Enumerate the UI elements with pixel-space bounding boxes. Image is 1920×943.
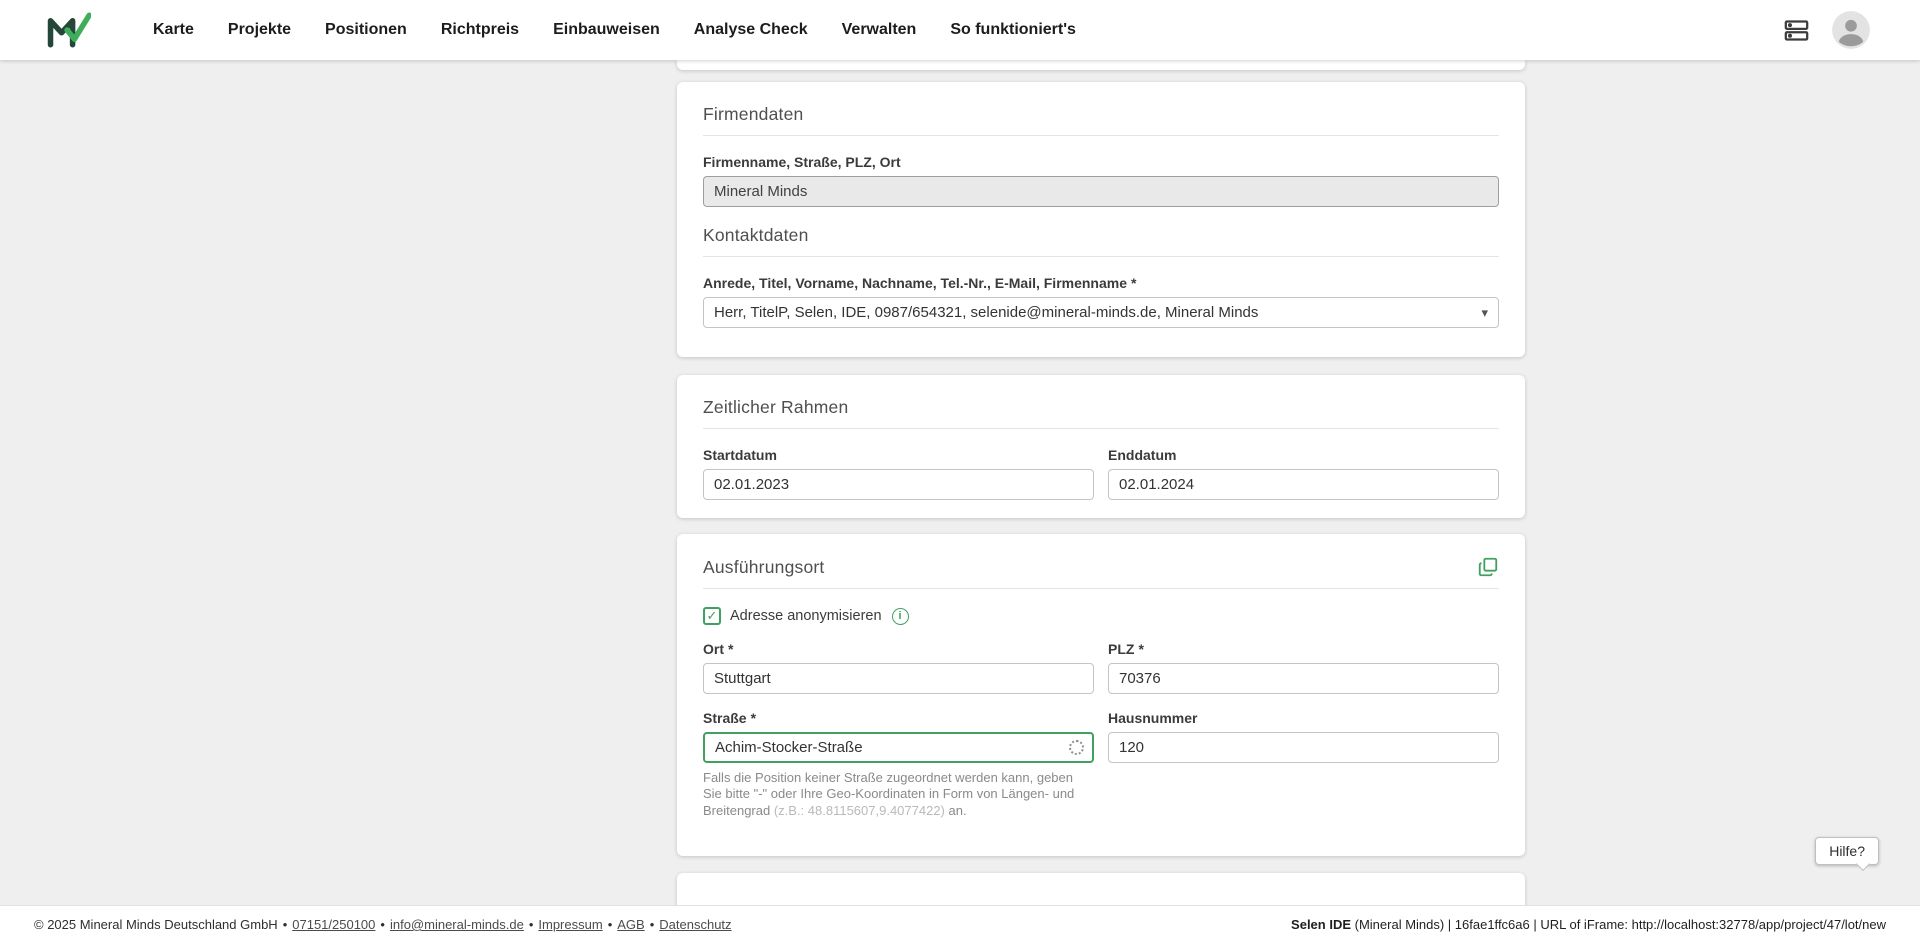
loading-spinner-icon	[1069, 740, 1084, 755]
ort-label: Ort *	[703, 641, 1094, 657]
separator: •	[649, 917, 655, 932]
phone-link[interactable]: 07151/250100	[292, 917, 375, 932]
divider	[703, 428, 1499, 429]
hint-suffix: an.	[944, 802, 967, 818]
field-kontakt: Anrede, Titel, Vorname, Nachname, Tel.-N…	[703, 275, 1499, 328]
card-subtitle-kontaktdaten: Kontaktdaten	[703, 225, 809, 245]
plz-label: PLZ *	[1108, 641, 1499, 657]
field-hausnummer: Hausnummer	[1108, 710, 1499, 819]
field-plz: PLZ *	[1108, 641, 1499, 694]
card-title-ausfuehrungsort: Ausführungsort	[703, 556, 825, 577]
startdatum-input[interactable]	[703, 469, 1094, 500]
ide-name: Selen IDE	[1291, 917, 1352, 932]
topbar-actions	[1783, 11, 1870, 49]
agb-link[interactable]: AGB	[617, 917, 644, 932]
strasse-label: Straße *	[703, 710, 1094, 726]
strasse-input-shell	[703, 732, 1094, 763]
divider	[703, 135, 1499, 136]
card-title-zeitlicher-rahmen: Zeitlicher Rahmen	[703, 397, 849, 417]
strasse-input[interactable]	[703, 732, 1094, 763]
nav-item-einbauweisen[interactable]: Einbauweisen	[539, 11, 674, 49]
datenschutz-link[interactable]: Datenschutz	[659, 917, 731, 932]
divider	[703, 256, 1499, 257]
firmenname-label: Firmenname, Straße, PLZ, Ort	[703, 154, 901, 170]
top-nav: Karte Projekte Positionen Richtpreis Ein…	[0, 0, 1920, 60]
required-mark: *	[750, 710, 757, 726]
hausnummer-label: Hausnummer	[1108, 710, 1198, 726]
card-title-firmendaten: Firmendaten	[703, 104, 804, 124]
plz-label-text: PLZ	[1108, 641, 1135, 657]
card-firmendaten: Firmendaten Firmenname, Straße, PLZ, Ort…	[677, 82, 1525, 357]
nav-item-positionen[interactable]: Positionen	[311, 11, 421, 49]
nav-item-analyse-check[interactable]: Analyse Check	[680, 11, 822, 49]
avatar[interactable]	[1832, 11, 1870, 49]
nav-item-richtpreis[interactable]: Richtpreis	[427, 11, 533, 49]
nav-item-projekte[interactable]: Projekte	[214, 11, 305, 49]
hausnummer-input[interactable]	[1108, 732, 1499, 763]
nav-item-so-funktionierts[interactable]: So funktioniert's	[936, 11, 1090, 49]
footer: © 2025 Mineral Minds Deutschland GmbH • …	[0, 905, 1920, 943]
anonymize-checkbox[interactable]: ✓	[703, 607, 721, 625]
field-enddatum: Enddatum	[1108, 447, 1499, 500]
ort-input[interactable]	[703, 663, 1094, 694]
copyright-text: © 2025 Mineral Minds Deutschland GmbH	[34, 917, 278, 932]
separator: •	[380, 917, 385, 932]
kontakt-label-text: Anrede, Titel, Vorname, Nachname, Tel.-N…	[703, 275, 1128, 291]
nav-item-karte[interactable]: Karte	[139, 11, 208, 49]
copy-icon[interactable]	[1477, 556, 1499, 578]
kontakt-select[interactable]: Herr, TitelP, Selen, IDE, 0987/654321, s…	[703, 297, 1499, 328]
card-fragment-bottom	[677, 873, 1525, 905]
anonymize-row: ✓ Adresse anonymisieren i	[703, 607, 1499, 625]
strasse-hint: Falls die Position keiner Straße zugeord…	[703, 770, 1094, 819]
nav-item-verwalten[interactable]: Verwalten	[828, 11, 931, 49]
email-link[interactable]: info@mineral-minds.de	[390, 917, 524, 932]
firmenname-input	[703, 176, 1499, 207]
divider	[703, 588, 1499, 589]
card-fragment-top	[677, 60, 1525, 70]
info-icon[interactable]: i	[891, 607, 909, 625]
required-mark: *	[1138, 641, 1144, 657]
field-ort: Ort *	[703, 641, 1094, 694]
main-content: Firmendaten Firmenname, Straße, PLZ, Ort…	[0, 60, 1920, 905]
enddatum-label: Enddatum	[1108, 447, 1177, 463]
separator: •	[282, 917, 288, 932]
field-firmenname: Firmenname, Straße, PLZ, Ort	[703, 154, 1499, 207]
required-mark: *	[1131, 275, 1137, 291]
plz-input[interactable]	[1108, 663, 1499, 694]
strasse-label-text: Straße	[703, 710, 747, 726]
server-icon[interactable]	[1783, 17, 1810, 44]
field-startdatum: Startdatum	[703, 447, 1094, 500]
form-column: Firmendaten Firmenname, Straße, PLZ, Ort…	[677, 60, 1525, 905]
hint-coords-example: (z.B.: 48.8115607,9.4077422)	[773, 802, 945, 818]
kontakt-select-value: Herr, TitelP, Selen, IDE, 0987/654321, s…	[714, 304, 1259, 321]
card-zeitlicher-rahmen: Zeitlicher Rahmen Startdatum Enddatum	[677, 375, 1525, 518]
enddatum-input[interactable]	[1108, 469, 1499, 500]
help-button[interactable]: Hilfe?	[1815, 837, 1879, 865]
debug-info: Selen IDE (Mineral Minds) | 16fae1ffc6a6…	[1291, 917, 1886, 932]
impressum-link[interactable]: Impressum	[538, 917, 602, 932]
chevron-down-icon: ▾	[1481, 304, 1488, 320]
separator: •	[607, 917, 613, 932]
card-ausfuehrungsort: Ausführungsort ✓ Adresse anonymisieren i…	[677, 534, 1525, 856]
anonymize-label: Adresse anonymisieren	[730, 608, 882, 624]
field-strasse: Straße* Falls die Position keiner Straße…	[703, 710, 1094, 819]
footer-left: © 2025 Mineral Minds Deutschland GmbH • …	[34, 917, 732, 932]
required-mark: *	[728, 641, 734, 657]
separator: •	[528, 917, 534, 932]
kontakt-label: Anrede, Titel, Vorname, Nachname, Tel.-N…	[703, 275, 1499, 291]
mineral-minds-logo-icon	[47, 12, 91, 48]
main-nav: Karte Projekte Positionen Richtpreis Ein…	[139, 11, 1090, 49]
ide-details: (Mineral Minds) | 16fae1ffc6a6 | URL of …	[1351, 917, 1886, 932]
ort-label-text: Ort	[703, 641, 724, 657]
logo[interactable]	[45, 11, 91, 49]
user-icon	[1832, 11, 1870, 49]
startdatum-label: Startdatum	[703, 447, 777, 463]
